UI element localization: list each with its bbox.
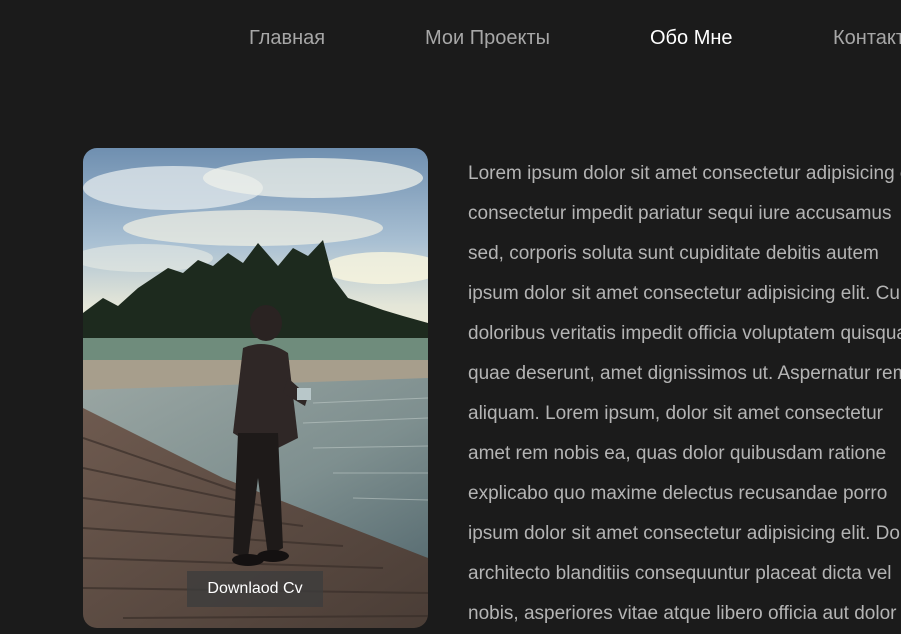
about-text: Lorem ipsum dolor sit amet consectetur a… — [468, 154, 901, 634]
about-text-line: sed, corporis soluta sunt cupiditate deb… — [468, 243, 879, 264]
download-cv-button[interactable]: Downlaod Cv — [187, 571, 323, 607]
about-text-line: architecto blanditiis consequuntur place… — [468, 563, 892, 584]
about-page: Главная Мои Проекты Обо Мне Контакты — [0, 0, 901, 634]
profile-photo — [83, 148, 428, 628]
about-text-line: doloribus veritatis impedit officia volu… — [468, 323, 901, 344]
about-text-line: ipsum dolor sit amet consectetur adipisi… — [468, 523, 901, 544]
about-text-line: amet rem nobis ea, quas dolor quibusdam … — [468, 443, 887, 464]
about-text-line: explicabo quo maxime delectus recusandae… — [468, 483, 888, 504]
nav-link-projects[interactable]: Мои Проекты — [425, 27, 550, 49]
profile-photo-illustration — [83, 148, 428, 628]
about-text-line: quae deserunt, amet dignissimos ut. Aspe… — [468, 363, 901, 384]
about-text-line: aliquam. Lorem ipsum, dolor sit amet con… — [468, 403, 884, 424]
nav-link-contacts[interactable]: Контакты — [833, 27, 901, 49]
about-text-line: nobis, asperiores vitae atque libero off… — [468, 603, 897, 624]
about-text-line: ipsum dolor sit amet consectetur adipisi… — [468, 283, 901, 304]
about-text-line: Lorem ipsum dolor sit amet consectetur a… — [468, 163, 901, 184]
about-text-line: consectetur impedit pariatur sequi iure … — [468, 203, 892, 224]
nav-link-about[interactable]: Обо Мне — [650, 27, 733, 49]
nav-link-home[interactable]: Главная — [249, 27, 325, 49]
